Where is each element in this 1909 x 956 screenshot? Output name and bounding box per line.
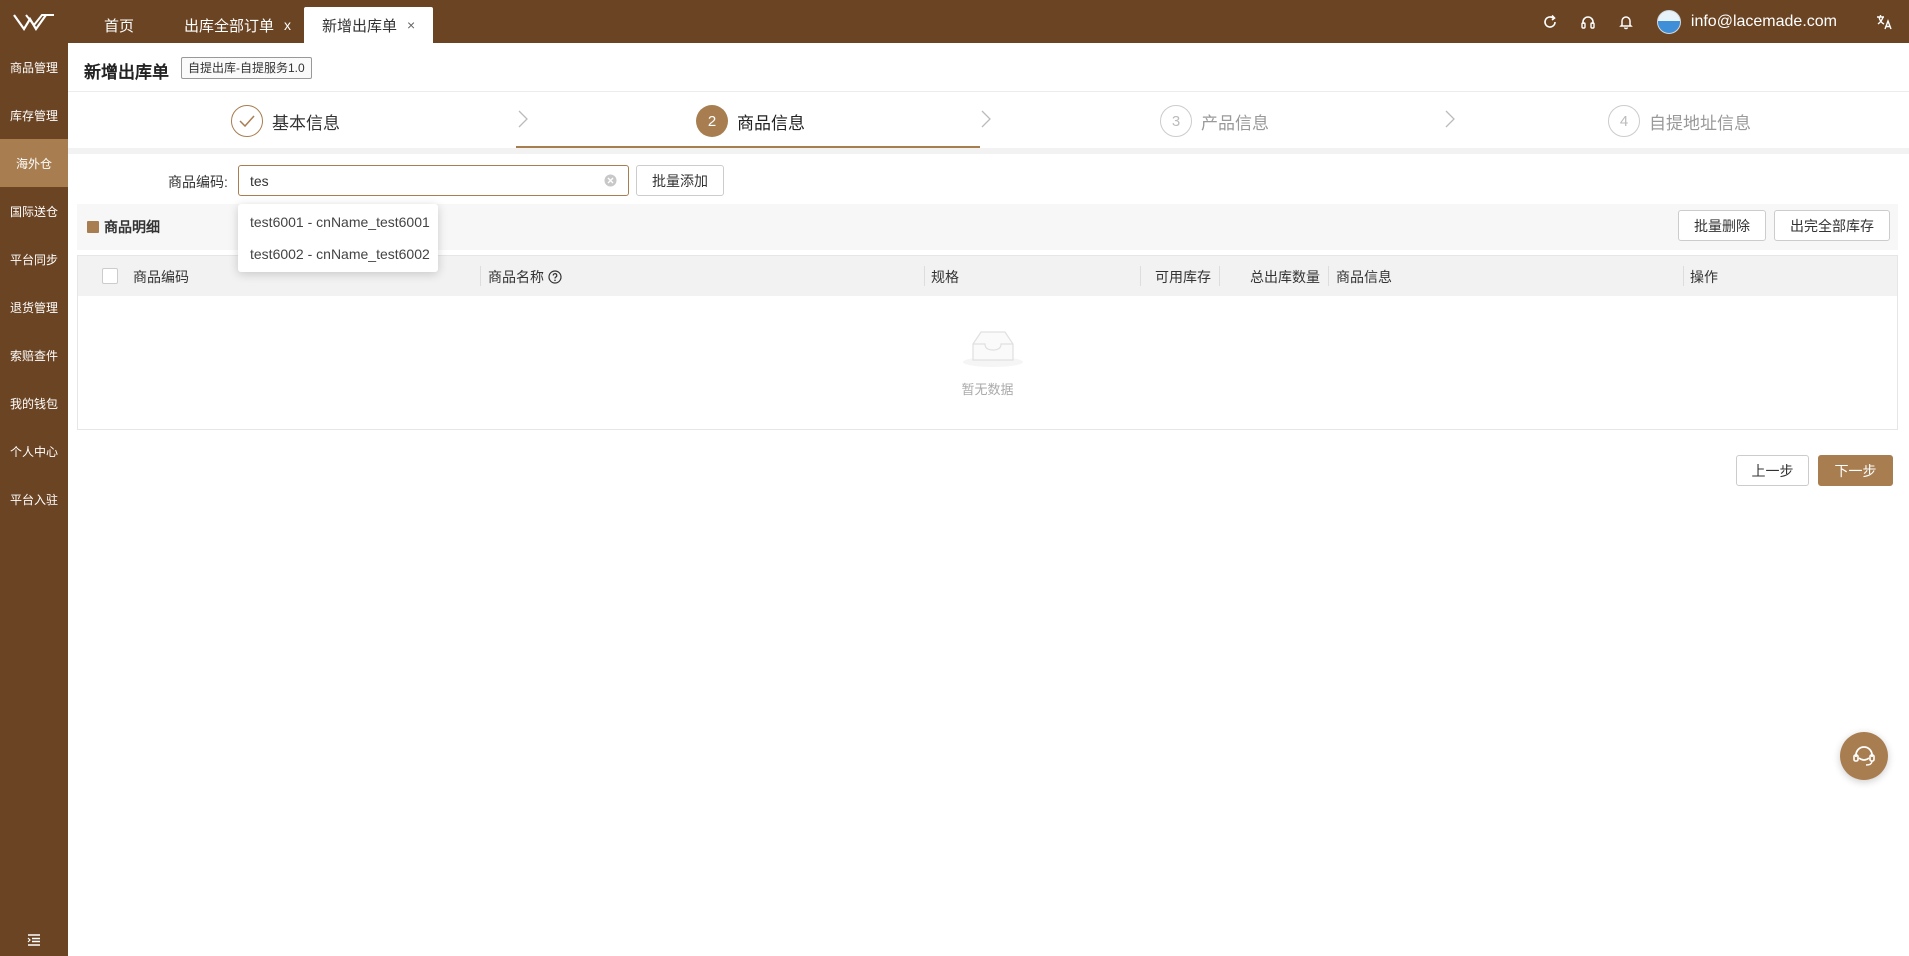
tab-all-outbound-orders[interactable]: 出库全部订单 x [184, 7, 291, 43]
translate-icon[interactable] [1865, 0, 1903, 43]
sidebar-item-claims[interactable]: 索赔查件 [0, 331, 68, 379]
column-separator [1219, 266, 1220, 286]
sidebar-item-label: 平台同步 [9, 252, 58, 267]
tab-label: 新增出库单 [322, 17, 398, 35]
column-separator [1140, 266, 1141, 286]
tab-label: 首页 [104, 17, 135, 35]
detail-icon [87, 221, 99, 233]
step-label: 自提地址信息 [1649, 113, 1751, 133]
order-type-badge: 自提出库-自提服务1.0 [181, 57, 312, 79]
step-label: 基本信息 [272, 113, 340, 133]
chevron-right-icon [1445, 110, 1455, 128]
top-actions: info@lacemade.com [1531, 0, 1909, 43]
empty-state: 暂无数据 [78, 296, 1897, 429]
sidebar-item-label: 退货管理 [9, 300, 58, 315]
sidebar-item-overseas-warehouse[interactable]: 海外仓 [0, 139, 68, 187]
page-title: 新增出库单 [84, 63, 169, 82]
autocomplete-dropdown: test6001 - cnName_test6001 test6002 - cn… [238, 204, 438, 272]
column-header: 商品名称 [488, 267, 562, 287]
sidebar-item-platform-sync[interactable]: 平台同步 [0, 235, 68, 283]
help-circle-icon[interactable] [548, 270, 562, 284]
sidebar-item-label: 国际送仓 [9, 204, 58, 219]
sidebar-item-wallet[interactable]: 我的钱包 [0, 379, 68, 427]
column-header: 商品信息 [1336, 269, 1392, 285]
column-header: 操作 [1690, 269, 1718, 285]
product-code-field [238, 165, 629, 196]
next-step-button[interactable]: 下一步 [1818, 455, 1893, 486]
step-label: 商品信息 [737, 113, 805, 133]
sidebar-item-label: 索赔查件 [9, 348, 58, 363]
prev-step-button[interactable]: 上一步 [1736, 455, 1809, 486]
product-code-input[interactable] [239, 166, 579, 195]
step-item-info[interactable]: 3 产品信息 [1160, 105, 1269, 137]
column-header-label: 商品名称 [488, 269, 544, 285]
clear-icon[interactable] [604, 174, 617, 187]
tab-home[interactable]: 首页 [104, 7, 134, 43]
close-icon[interactable]: x [284, 17, 291, 33]
user-email: info@lacemade.com [1690, 12, 1837, 30]
out-all-stock-button[interactable]: 出完全部库存 [1774, 210, 1890, 241]
menu-collapse-icon[interactable] [0, 926, 68, 954]
batch-add-button[interactable]: 批量添加 [636, 165, 724, 196]
bell-icon[interactable] [1607, 0, 1645, 43]
sidebar-item-label: 库存管理 [9, 108, 58, 123]
sidebar-item-inventory-management[interactable]: 库存管理 [0, 91, 68, 139]
column-separator [1328, 266, 1329, 286]
step-number: 3 [1160, 105, 1192, 137]
product-code-label: 商品编码: [168, 174, 228, 190]
autocomplete-option[interactable]: test6002 - cnName_test6002 [238, 238, 438, 270]
autocomplete-option[interactable]: test6001 - cnName_test6001 [238, 206, 438, 238]
product-table: 商品编码 商品名称 规格 可用库存 总出库数量 商品信息 操作 暂无数据 [77, 255, 1898, 430]
check-icon [231, 105, 263, 137]
top-bar: 首页 出库全部订单 x 新增出库单 × info@lacemade.com [0, 0, 1909, 43]
chevron-right-icon [518, 110, 528, 128]
column-separator [480, 266, 481, 286]
chevron-right-icon [981, 110, 991, 128]
sidebar-item-platform-onboarding[interactable]: 平台入驻 [0, 475, 68, 523]
step-product-info[interactable]: 2 商品信息 [696, 105, 805, 137]
tab-label: 出库全部订单 [184, 17, 275, 35]
sidebar-item-label: 海外仓 [15, 156, 52, 171]
product-detail-title: 商品明细 [87, 217, 160, 237]
step-pickup-address[interactable]: 4 自提地址信息 [1608, 105, 1751, 137]
sidebar-item-label: 我的钱包 [9, 396, 58, 411]
sidebar-item-label: 商品管理 [9, 60, 58, 75]
batch-delete-button[interactable]: 批量删除 [1678, 210, 1766, 241]
select-all-checkbox[interactable] [102, 268, 118, 284]
step-basic-info[interactable]: 基本信息 [231, 105, 340, 137]
headset-icon[interactable] [1569, 0, 1607, 43]
detail-title-label: 商品明细 [104, 219, 160, 235]
avatar [1656, 9, 1681, 34]
close-icon[interactable]: × [407, 17, 415, 33]
divider [68, 91, 1909, 92]
divider [68, 148, 1909, 154]
sidebar-item-product-management[interactable]: 商品管理 [0, 43, 68, 91]
empty-text: 暂无数据 [961, 382, 1014, 397]
sidebar-item-label: 平台入驻 [9, 492, 58, 507]
sidebar-item-personal-center[interactable]: 个人中心 [0, 427, 68, 475]
sidebar-item-returns[interactable]: 退货管理 [0, 283, 68, 331]
refresh-icon[interactable] [1531, 0, 1569, 43]
empty-inbox-icon [963, 331, 1023, 367]
step-number: 2 [696, 105, 728, 137]
sidebar-item-label: 个人中心 [9, 444, 58, 459]
column-header: 规格 [931, 269, 959, 285]
user-menu[interactable]: info@lacemade.com [1656, 9, 1837, 34]
sidebar-item-international-delivery[interactable]: 国际送仓 [0, 187, 68, 235]
column-header: 总出库数量 [1250, 269, 1320, 285]
step-number: 4 [1608, 105, 1640, 137]
step-label: 产品信息 [1201, 113, 1269, 133]
column-separator [924, 266, 925, 286]
column-header: 可用库存 [1155, 269, 1211, 285]
column-header: 商品编码 [133, 269, 189, 285]
customer-service-icon[interactable] [1840, 732, 1888, 780]
sidebar: 商品管理 库存管理 海外仓 国际送仓 平台同步 退货管理 索赔查件 我的钱包 个… [0, 43, 68, 956]
column-separator [1683, 266, 1684, 286]
tab-new-outbound-order[interactable]: 新增出库单 × [304, 7, 434, 43]
logo-icon[interactable] [0, 0, 68, 43]
